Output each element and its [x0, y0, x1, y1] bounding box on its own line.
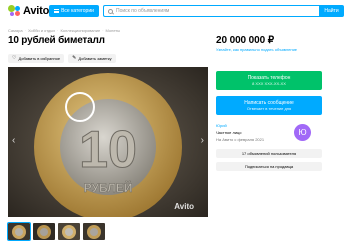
thumbnail-1[interactable] — [7, 222, 31, 241]
photo-thumbnails — [7, 222, 105, 241]
price: 20 000 000 ₽ — [216, 35, 274, 46]
add-note-button[interactable]: ✎ Добавить заметку — [68, 54, 116, 63]
logo-dots-icon — [8, 5, 22, 17]
menu-icon — [54, 9, 60, 13]
add-to-favorites-button[interactable]: ♡ Добавить в избранное — [8, 54, 65, 63]
find-button[interactable]: Найти — [319, 5, 344, 17]
breadcrumb-item-collecting[interactable]: Коллекционирование — [60, 28, 100, 33]
seller-type: Частное лицо — [216, 130, 242, 135]
all-categories-label: Все категории — [61, 8, 94, 14]
subscribe-seller-button[interactable]: Подписаться на продавца — [216, 162, 322, 171]
avatar[interactable]: Ю — [294, 124, 311, 141]
page-title: 10 рублей биметалл — [8, 35, 105, 46]
show-phone-button[interactable]: Показать телефон 8 XXX XXX-XX-XX — [216, 71, 322, 90]
breadcrumb-separator: · — [24, 28, 26, 33]
listing-actions: ♡ Добавить в избранное ✎ Добавить заметк… — [8, 54, 116, 63]
all-categories-button[interactable]: Все категории — [49, 5, 99, 17]
add-to-favorites-label: Добавить в избранное — [18, 56, 61, 61]
breadcrumb-item-coins[interactable]: Монеты — [106, 28, 121, 33]
response-time: Отвечает в течение дня — [246, 106, 292, 111]
seller-since: На Авито с февраля 2021 — [216, 137, 265, 142]
breadcrumb-item-hobby[interactable]: Хобби и отдых — [28, 28, 55, 33]
coin-photo-illustration: 10 РУБЛЕЙ — [8, 67, 208, 217]
previous-photo-arrow-icon[interactable]: ‹ — [12, 135, 15, 146]
search-icon — [108, 8, 113, 14]
logo-text: Avito — [23, 5, 50, 17]
seller-ads-button[interactable]: 17 объявлений пользователя — [216, 149, 322, 158]
thumbnail-2[interactable] — [33, 223, 55, 240]
price-hint-link[interactable]: Узнайте, как правильно подать объявление — [216, 47, 297, 52]
site-header: Avito Все категории Поиск по объявлениям… — [0, 0, 350, 22]
breadcrumb-item-city[interactable]: Самара — [8, 28, 23, 33]
next-photo-arrow-icon[interactable]: › — [201, 135, 204, 146]
note-icon: ✎ — [72, 55, 77, 61]
breadcrumb-separator: · — [57, 28, 59, 33]
avito-logo[interactable]: Avito — [8, 5, 49, 17]
main-photo[interactable]: 10 РУБЛЕЙ ‹ › Avito — [8, 67, 208, 217]
seller-name-link[interactable]: Юрий — [216, 123, 227, 128]
search-input[interactable]: Поиск по объявлениям — [103, 5, 319, 17]
phone-mask: 8 XXX XXX-XX-XX — [252, 81, 286, 86]
avito-watermark: Avito — [174, 202, 194, 211]
thumbnail-3[interactable] — [58, 223, 80, 240]
breadcrumb: Самара · Хобби и отдых · Коллекционирова… — [8, 28, 120, 33]
breadcrumb-separator: · — [102, 28, 104, 33]
svg-text:РУБЛЕЙ: РУБЛЕЙ — [84, 180, 133, 195]
heart-icon: ♡ — [12, 55, 17, 61]
svg-text:10: 10 — [79, 121, 137, 179]
search-placeholder: Поиск по объявлениям — [116, 8, 170, 14]
add-note-label: Добавить заметку — [78, 56, 112, 61]
thumbnail-4[interactable] — [83, 223, 105, 240]
write-message-button[interactable]: Написать сообщение Отвечает в течение дн… — [216, 96, 322, 115]
